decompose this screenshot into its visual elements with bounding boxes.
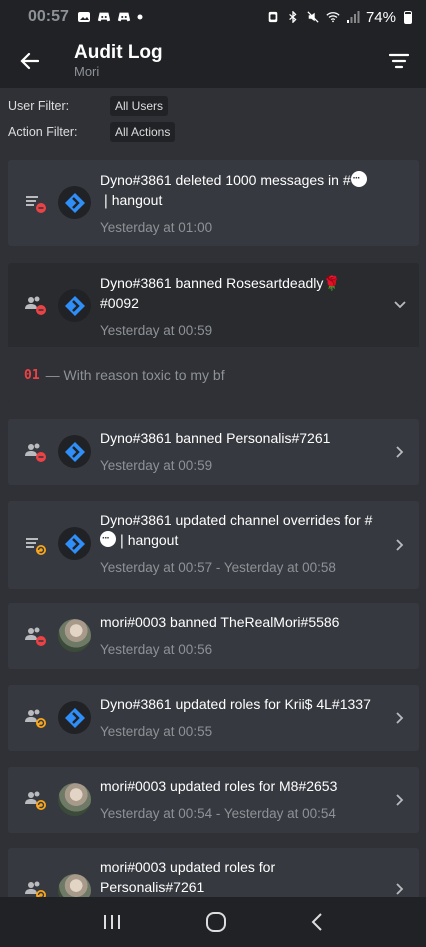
entry-timestamp: Yesterday at 00:57 - Yesterday at 00:58 [100,560,336,575]
dot-icon [137,14,143,20]
action-filter-dropdown[interactable]: All Actions [110,122,176,142]
signal-icon [346,11,360,23]
entry-text: mori#0003 banned TheRealMori#5586 [100,614,340,630]
chat-bubble-icon [100,529,116,549]
filter-button[interactable] [382,44,416,78]
discord-notification-icon [97,12,111,22]
dyno-bot-icon [64,441,85,462]
message-delete-icon [26,196,46,213]
entry-text: Dyno#3861 deleted 1000 messages in # [100,169,385,190]
entry-timestamp: Yesterday at 00:55 [100,724,213,739]
chevron-right-icon[interactable] [393,882,407,896]
chevron-down-icon[interactable] [393,298,407,312]
entry-timestamp: Yesterday at 00:54 - Yesterday at 00:54 [100,806,336,821]
audit-log-entry[interactable]: Dyno#3861 deleted 1000 messages in # ❘ha… [8,160,419,246]
entry-text-continued: #0092 [100,295,139,311]
avatar [58,701,91,734]
avatar [58,186,91,219]
avatar [58,435,91,468]
dyno-bot-icon [64,707,85,728]
user-filter-label: User Filter: [8,99,70,113]
wifi-icon [326,12,340,23]
battery-icon [404,10,412,24]
system-nav-bar [0,897,426,947]
entry-text-continued: Personalis#7261 [100,879,205,895]
arrow-left-icon [20,52,39,70]
role-update-icon [25,791,46,810]
action-filter-label: Action Filter: [8,125,78,139]
back-nav-icon[interactable] [310,912,324,932]
gallery-icon [77,12,90,22]
channel-update-icon [26,538,46,555]
avatar [58,619,91,652]
server-name: Mori [74,64,100,79]
entry-timestamp: Yesterday at 00:56 [100,642,213,657]
bluetooth-icon [289,11,297,23]
page-title: Audit Log [74,42,163,63]
entry-text-continued: ❘hangout [100,529,385,550]
audit-log-entry[interactable]: Dyno#3861 updated channel overrides for … [8,501,419,589]
nfc-icon [268,11,278,23]
ban-reason: 01 — With reason toxic to my bf [8,347,419,403]
member-ban-icon [25,443,46,462]
entry-text: Dyno#3861 banned Personalis#7261 [100,430,331,446]
back-button[interactable] [0,34,58,88]
entry-timestamp: Yesterday at 00:59 [100,458,213,473]
recent-apps-icon[interactable] [102,913,122,931]
chevron-right-icon[interactable] [393,711,407,725]
chevron-right-icon[interactable] [393,538,407,552]
entry-text: Dyno#3861 updated roles for Krii$ 4L#133… [100,696,371,712]
chevron-right-icon[interactable] [393,445,407,459]
entry-text-continued: ❘hangout [100,192,163,208]
battery-percent: 74% [365,8,396,26]
app-header: Audit Log Mori [0,34,426,88]
audit-log-entry[interactable]: Dyno#3861 updated roles for Krii$ 4L#133… [8,685,419,751]
role-update-icon [25,709,46,728]
filters-panel: User Filter: All Users Action Filter: Al… [0,88,426,150]
dyno-bot-icon [64,533,85,554]
mute-icon [307,11,319,23]
filter-icon [389,53,409,69]
audit-log-entry[interactable]: Dyno#3861 banned Personalis#7261 Yesterd… [8,419,419,485]
status-bar: 00:57 74% [0,0,426,34]
member-ban-icon [25,627,46,646]
dyno-bot-icon [64,192,85,213]
entry-timestamp: Yesterday at 01:00 [100,220,213,235]
reason-text: — With reason toxic to my bf [45,367,225,383]
status-time: 00:57 [28,8,69,25]
avatar [58,527,91,560]
chevron-right-icon[interactable] [393,793,407,807]
entry-text: mori#0003 updated roles for [100,859,276,875]
audit-log-entry[interactable]: mori#0003 updated roles for M8#2653 Yest… [8,767,419,833]
user-filter-dropdown[interactable]: All Users [110,96,169,116]
home-icon[interactable] [205,911,227,933]
entry-timestamp: Yesterday at 00:59 [100,323,213,338]
entry-text: Dyno#3861 banned Rosesartdeadly🌹 [100,275,341,291]
avatar [58,289,91,322]
member-ban-icon [25,296,46,315]
audit-log-entry-expanded[interactable]: Dyno#3861 banned Rosesartdeadly🌹 #0092 Y… [8,263,419,403]
avatar [58,783,91,816]
entry-text: mori#0003 updated roles for M8#2653 [100,778,338,794]
user-filter-row: User Filter: All Users [8,96,169,116]
audit-log-entry[interactable]: mori#0003 banned TheRealMori#5586 Yester… [8,603,419,669]
dyno-bot-icon [64,295,85,316]
entry-text: Dyno#3861 updated channel overrides for … [100,512,373,528]
chat-bubble-icon [350,169,367,189]
reason-number: 01 [24,367,40,383]
action-filter-row: Action Filter: All Actions [8,122,176,142]
discord-notification-icon [117,12,131,22]
